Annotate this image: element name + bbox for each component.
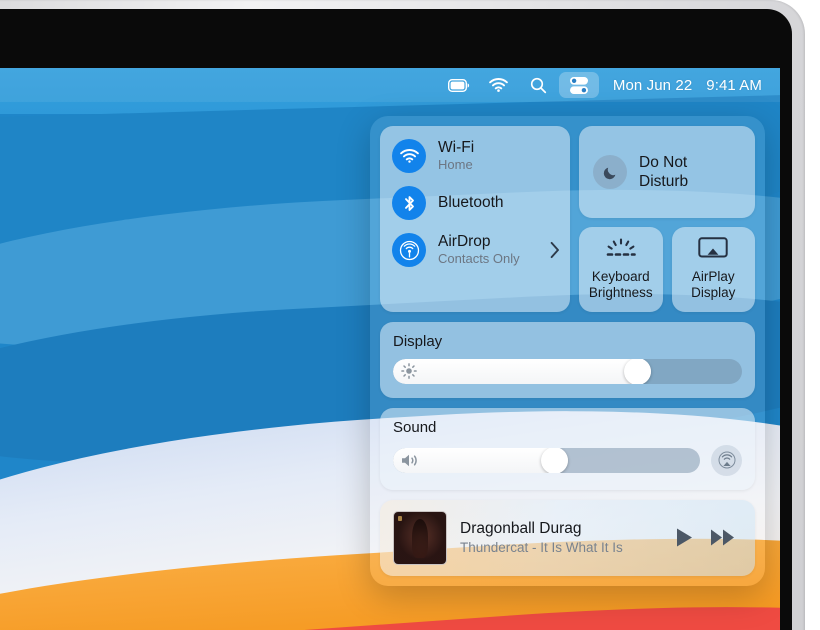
airplay-audio-icon[interactable]: [711, 444, 742, 476]
wifi-text: Wi-Fi Home: [438, 139, 474, 173]
airplay-display-label: AirPlay Display: [691, 269, 735, 302]
display-slider-row: [393, 358, 742, 384]
airplay-display-line1: AirPlay: [691, 269, 735, 284]
quick-tiles-column: Do Not Disturb Keyboard Brightness AirPl…: [579, 126, 755, 312]
laptop-frame: Mon Jun 22 9:41 AM Wi-Fi Home Bluetooth …: [0, 0, 820, 630]
brightness-icon: [401, 363, 417, 380]
do-not-disturb-tile[interactable]: Do Not Disturb: [579, 126, 755, 218]
do-not-disturb-label: Do Not Disturb: [639, 153, 688, 192]
keyboard-brightness-line2: Brightness: [588, 284, 653, 300]
search-icon[interactable]: [519, 72, 559, 98]
wifi-icon[interactable]: [479, 72, 519, 98]
connectivity-module: Wi-Fi Home Bluetooth AirDrop Contacts On…: [380, 126, 570, 312]
now-playing-text: Dragonball Durag Thundercat - It Is What…: [460, 520, 662, 557]
wifi-icon: [392, 139, 426, 173]
sound-slider-knob[interactable]: [540, 447, 568, 473]
sound-title: Sound: [393, 418, 437, 436]
sound-volume-slider[interactable]: [393, 447, 700, 473]
wifi-row[interactable]: Wi-Fi Home: [392, 139, 558, 173]
control-center-panel: Wi-Fi Home Bluetooth AirDrop Contacts On…: [370, 116, 765, 586]
display-title: Display: [393, 332, 443, 350]
display-slider-fill: [393, 358, 652, 384]
keyboard-brightness-line1: Keyboard: [591, 268, 650, 284]
display-brightness-slider[interactable]: [393, 358, 742, 384]
screen: Mon Jun 22 9:41 AM Wi-Fi Home Bluetooth …: [0, 68, 780, 630]
tile-pair: Keyboard Brightness AirPlay Display: [579, 227, 755, 312]
airdrop-row[interactable]: AirDrop Contacts Only: [392, 233, 560, 267]
sound-slider-row: [393, 444, 742, 476]
album-artwork: [393, 510, 447, 565]
display-slider-knob[interactable]: [624, 358, 652, 384]
dnd-label-line1: Do Not: [639, 153, 688, 171]
keyboard-brightness-label: Keyboard Brightness: [589, 269, 653, 302]
battery-icon[interactable]: [439, 72, 479, 98]
control-center-icon[interactable]: [558, 72, 599, 98]
display-module: Display: [380, 321, 755, 398]
control-center-top-row: Wi-Fi Home Bluetooth AirDrop Contacts On…: [380, 126, 755, 312]
airdrop-text: AirDrop Contacts Only: [438, 233, 520, 267]
play-icon[interactable]: [675, 527, 694, 548]
menu-bar-time[interactable]: 9:41 AM: [706, 77, 762, 94]
keyboard-brightness-tile[interactable]: Keyboard Brightness: [579, 227, 663, 312]
airplay-display-icon: [698, 237, 728, 258]
airplay-display-tile[interactable]: AirPlay Display: [671, 227, 755, 312]
keyboard-brightness-icon: [606, 237, 636, 256]
now-playing-module: Dragonball Durag Thundercat - It Is What…: [380, 499, 755, 576]
dnd-label-line2: Disturb: [639, 173, 689, 190]
track-subtitle: Thundercat - It Is What It Is: [460, 540, 623, 556]
wifi-network-name: Home: [438, 156, 473, 172]
moon-icon: [593, 155, 627, 189]
menu-bar-date[interactable]: Mon Jun 22: [613, 77, 692, 94]
bluetooth-text: Bluetooth: [438, 194, 504, 212]
speaker-icon: [401, 453, 420, 468]
menu-bar: Mon Jun 22 9:41 AM: [0, 68, 780, 102]
wifi-label: Wi-Fi: [438, 139, 475, 157]
track-title: Dragonball Durag: [460, 519, 582, 537]
bluetooth-row[interactable]: Bluetooth: [392, 186, 558, 220]
fast-forward-icon[interactable]: [710, 528, 736, 547]
bluetooth-label: Bluetooth: [438, 194, 504, 212]
bluetooth-icon: [392, 186, 426, 220]
airdrop-label: AirDrop: [438, 233, 491, 251]
playback-controls: [675, 527, 742, 548]
airdrop-icon: [392, 233, 426, 267]
chevron-right-icon[interactable]: [550, 241, 560, 259]
airplay-display-line2: Display: [691, 285, 736, 301]
sound-module: Sound: [380, 407, 755, 490]
airdrop-mode: Contacts Only: [438, 250, 520, 266]
